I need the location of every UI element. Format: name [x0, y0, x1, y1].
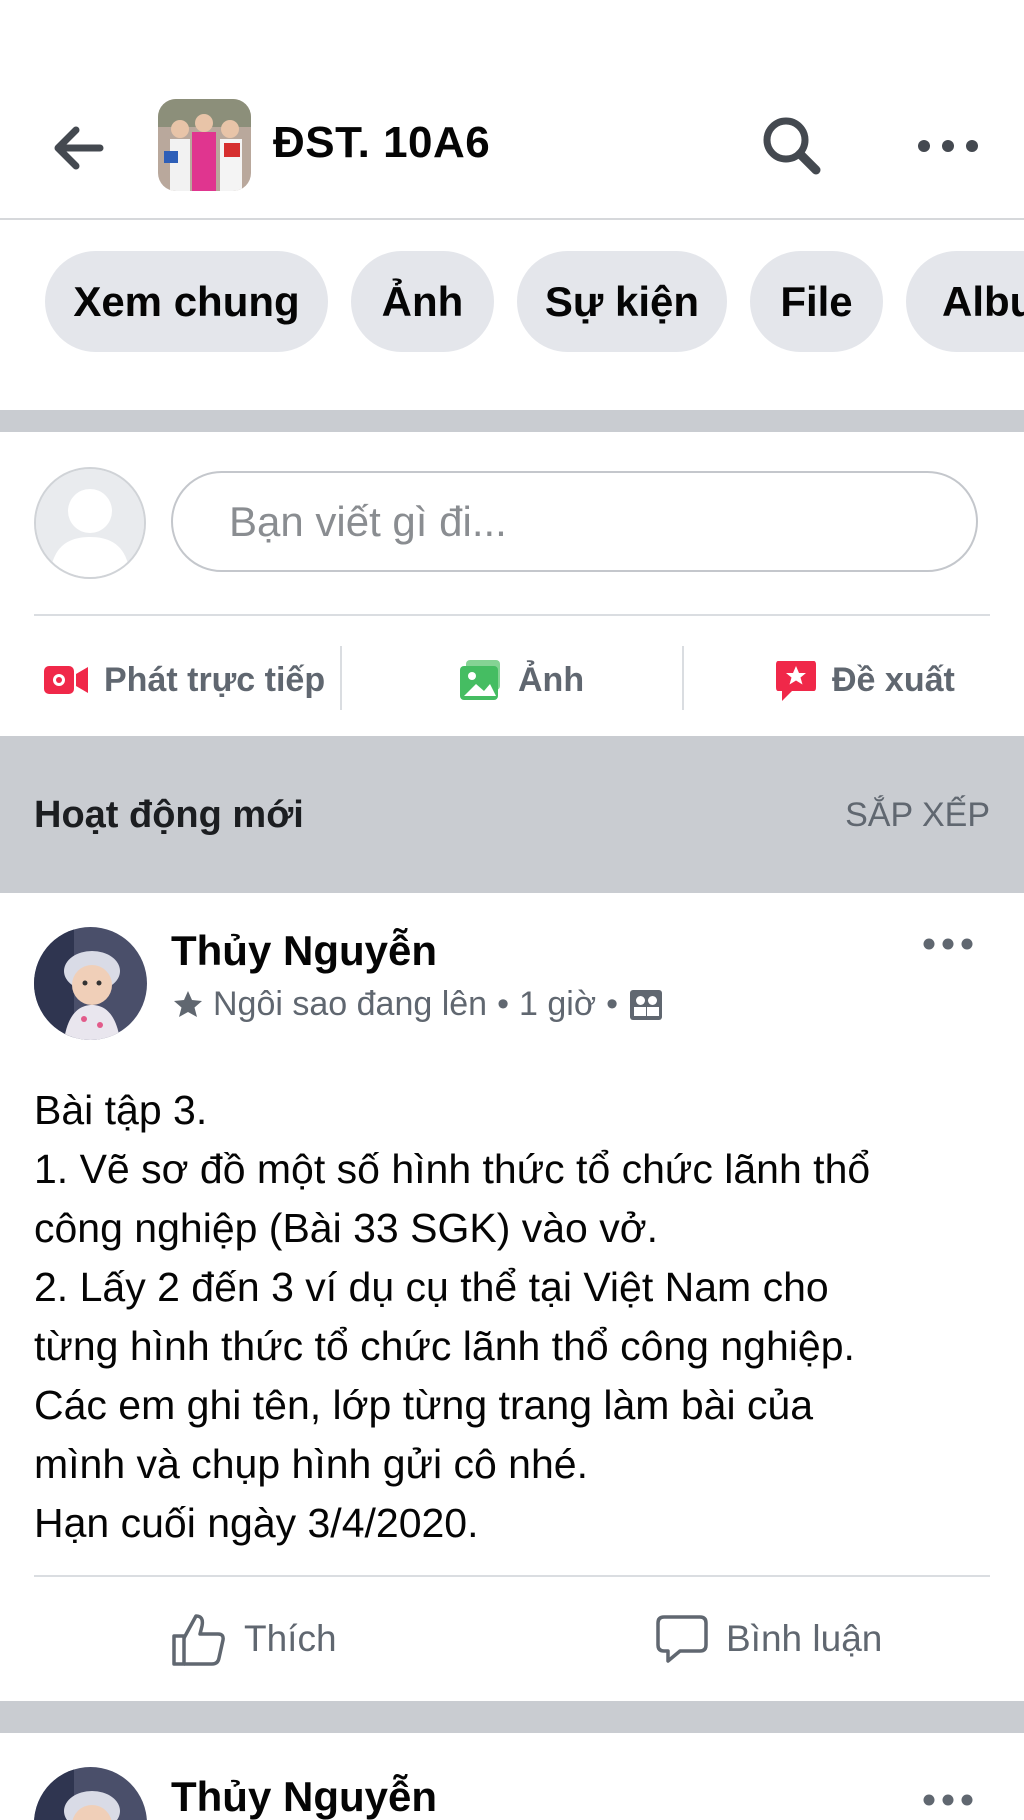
like-button[interactable]: Thích [170, 1607, 337, 1671]
group-tabs: Xem chung Ảnh Sự kiện File Album [0, 220, 1024, 410]
like-label: Thích [244, 1618, 337, 1659]
sort-button[interactable]: SẮP XẾP [845, 796, 990, 835]
new-activity-header: Hoạt động mới SẮP XẾP [0, 736, 1024, 893]
group-avatar[interactable] [158, 99, 251, 191]
post-line: Bài tập 3. [34, 1087, 208, 1133]
photo-button[interactable]: Ảnh [458, 650, 584, 710]
meta-dot: • [497, 985, 509, 1023]
section-separator [0, 410, 1024, 432]
photo-icon [460, 660, 500, 700]
post-line: Hạn cuối ngày 3/4/2020. [34, 1500, 479, 1546]
comment-label: Bình luận [726, 1618, 883, 1659]
photo-label: Ảnh [518, 660, 585, 699]
search-icon[interactable] [758, 112, 826, 180]
comment-icon [656, 1615, 708, 1663]
user-avatar[interactable] [34, 467, 146, 579]
recommend-label: Đề xuất [832, 660, 955, 699]
post-time[interactable]: 1 giờ [519, 985, 596, 1024]
back-arrow-icon[interactable] [48, 118, 108, 178]
thumbs-up-icon [172, 1614, 225, 1666]
divider [34, 614, 990, 616]
post-text: Bài tập 3. 1. Vẽ sơ đồ một số hình thức … [34, 1081, 994, 1553]
post-line: 2. Lấy 2 đến 3 ví dụ cụ thể tại Việt Nam… [34, 1264, 829, 1310]
post-line: từng hình thức tổ chức lãnh thổ công ngh… [34, 1323, 855, 1369]
tab-events[interactable]: Sự kiện [517, 251, 727, 352]
recommend-icon [776, 661, 816, 701]
post-card: Thủy Nguyễn [0, 1733, 1024, 1820]
live-video-button[interactable]: Phát trực tiếp [42, 650, 325, 710]
author-name[interactable]: Thủy Nguyễn [171, 927, 437, 975]
tab-files[interactable]: File [750, 251, 883, 352]
rising-star-icon [174, 990, 202, 1017]
post-card: Thủy Nguyễn Ngôi sao đang lên • 1 giờ • … [0, 893, 1024, 1701]
author-avatar[interactable] [34, 927, 147, 1040]
tab-photos[interactable]: Ảnh [351, 251, 494, 352]
group-privacy-icon [630, 989, 663, 1020]
whats-on-your-mind-input[interactable]: Bạn viết gì đi... [171, 471, 978, 572]
author-badge: Ngôi sao đang lên [213, 985, 488, 1023]
post-more-options-icon[interactable] [920, 929, 976, 959]
more-options-icon[interactable] [912, 122, 984, 170]
action-divider [340, 646, 342, 710]
live-video-label: Phát trực tiếp [104, 660, 326, 699]
post-meta: Ngôi sao đang lên • 1 giờ • [171, 985, 664, 1024]
post-more-options-icon[interactable] [920, 1785, 976, 1815]
recommend-button[interactable]: Đề xuất [774, 650, 955, 710]
post-line: công nghiệp (Bài 33 SGK) vào vở. [34, 1205, 659, 1251]
author-avatar[interactable] [34, 1767, 147, 1820]
post-separator [0, 1701, 1024, 1733]
post-line: 1. Vẽ sơ đồ một số hình thức tổ chức lãn… [34, 1146, 871, 1192]
section-title: Hoạt động mới [34, 794, 304, 836]
live-video-icon [44, 666, 88, 694]
post-composer: Bạn viết gì đi... Phát trực tiếp Ảnh Đề … [0, 432, 1024, 736]
author-name[interactable]: Thủy Nguyễn [171, 1773, 437, 1820]
tab-albums[interactable]: Album [906, 251, 1024, 352]
post-line: Các em ghi tên, lớp từng trang làm bài c… [34, 1382, 814, 1428]
post-line: mình và chụp hình gửi cô nhé. [34, 1441, 588, 1487]
comment-button[interactable]: Bình luận [654, 1607, 882, 1671]
tab-overview[interactable]: Xem chung [45, 251, 328, 352]
divider [34, 1575, 990, 1577]
group-title[interactable]: ĐST. 10A6 [273, 118, 490, 168]
top-bar: ĐST. 10A6 [0, 0, 1024, 220]
meta-dot: • [606, 985, 619, 1023]
action-divider [682, 646, 684, 710]
